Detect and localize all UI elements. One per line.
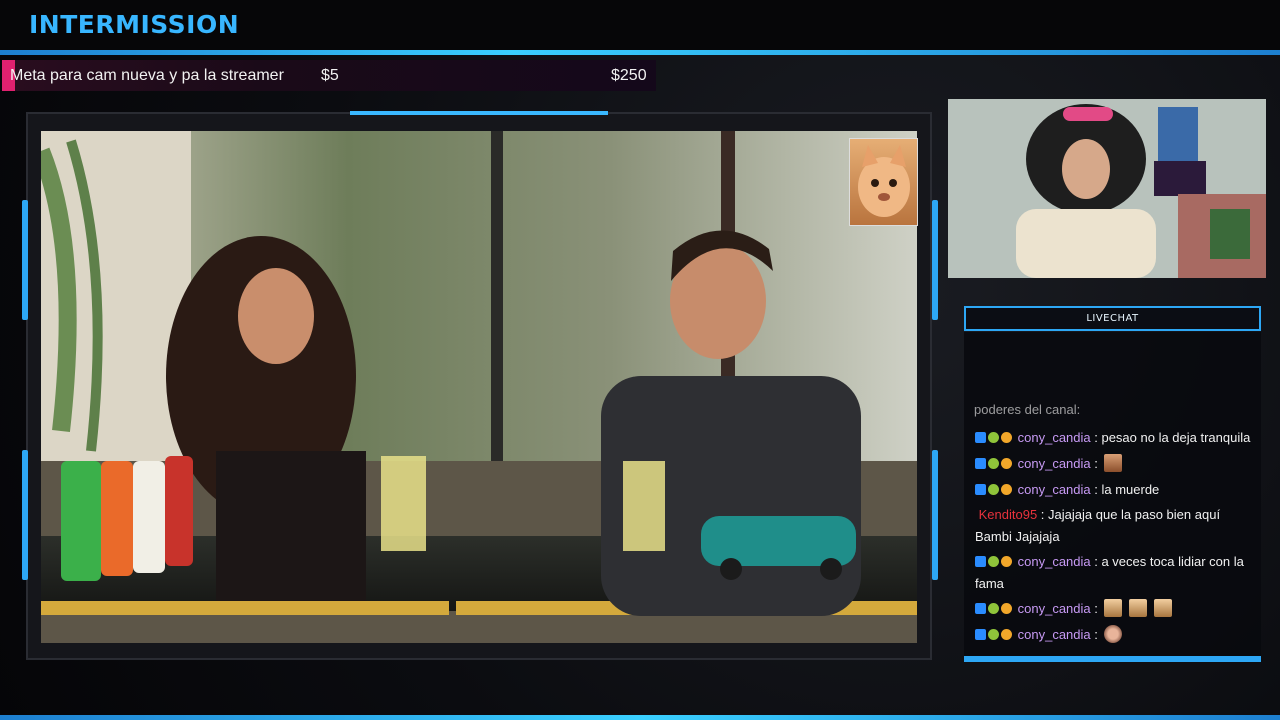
cat-icon bbox=[858, 145, 910, 217]
chat-panel[interactable]: poderes del canal: cony_candia : pesao n… bbox=[964, 332, 1261, 658]
chat-message: cony_candia : pesao no la deja tranquila bbox=[975, 427, 1257, 449]
frame-top-accent bbox=[350, 111, 608, 115]
streamer-webcam bbox=[948, 99, 1266, 278]
bits-icon bbox=[1001, 556, 1012, 567]
sub-icon bbox=[988, 432, 999, 443]
prime-icon bbox=[975, 603, 986, 614]
frame-left-accent bbox=[22, 200, 28, 320]
sub-icon bbox=[988, 556, 999, 567]
chat-message: cony_candia : la muerde bbox=[975, 479, 1257, 501]
video-player[interactable] bbox=[41, 131, 917, 643]
chat-text: a veces toca lidiar con la fama bbox=[975, 554, 1244, 591]
chat-bottom-accent bbox=[964, 656, 1261, 662]
cat-emote bbox=[1104, 599, 1123, 617]
frame-right-accent-lower bbox=[932, 450, 938, 580]
overlay-title: INTERMISSION bbox=[29, 10, 240, 39]
prime-icon bbox=[975, 458, 986, 469]
prime-icon bbox=[975, 629, 986, 640]
chat-username[interactable]: cony_candia bbox=[1018, 554, 1091, 569]
prime-icon bbox=[975, 432, 986, 443]
cat-emote bbox=[1129, 599, 1148, 617]
bits-icon bbox=[1001, 458, 1012, 469]
title-bar: INTERMISSION bbox=[0, 0, 1280, 52]
donation-goal-bar: Meta para cam nueva y pa la streamer $5 … bbox=[2, 60, 656, 91]
sub-icon bbox=[988, 458, 999, 469]
top-accent-line bbox=[0, 50, 1280, 55]
frame-left-accent-lower bbox=[22, 450, 28, 580]
video-scene bbox=[41, 131, 917, 643]
bits-icon bbox=[1001, 432, 1012, 443]
chat-text: pesao no la deja tranquila bbox=[1101, 430, 1251, 445]
chat-username[interactable]: cony_candia bbox=[1018, 430, 1091, 445]
goal-label: Meta para cam nueva y pa la streamer bbox=[10, 67, 284, 84]
chat-username[interactable]: cony_candia bbox=[1018, 482, 1091, 497]
livechat-header: LIVECHAT bbox=[964, 306, 1261, 331]
webcam-feed bbox=[948, 99, 1266, 278]
bottom-accent-line bbox=[0, 715, 1280, 720]
prime-icon bbox=[975, 484, 986, 495]
prime-icon bbox=[975, 556, 986, 567]
chat-username[interactable]: cony_candia bbox=[1018, 627, 1091, 642]
chat-message: Kendito95 : Jajajaja que la paso bien aq… bbox=[975, 507, 1221, 544]
chat-text: la muerde bbox=[1101, 482, 1160, 497]
bits-icon bbox=[1001, 484, 1012, 495]
sub-icon bbox=[988, 629, 999, 640]
chat-message: cony_candia : bbox=[975, 624, 1257, 646]
chat-cutoff-line: poderes del canal: bbox=[974, 402, 1081, 417]
goal-target-amount: $250 bbox=[611, 67, 647, 84]
chat-message: cony_candia : a veces toca lidiar con la… bbox=[975, 554, 1244, 591]
face-emote bbox=[1104, 454, 1123, 472]
goal-current-amount: $5 bbox=[321, 67, 339, 84]
bits-icon bbox=[1001, 629, 1012, 640]
livechat-title: LIVECHAT bbox=[1086, 313, 1139, 324]
stream-overlay: INTERMISSION Meta para cam nueva y pa la… bbox=[0, 0, 1280, 720]
chat-username[interactable]: cony_candia bbox=[1018, 456, 1091, 471]
cat-emote bbox=[1153, 599, 1172, 617]
frame-right-accent bbox=[932, 200, 938, 320]
sub-icon bbox=[988, 484, 999, 495]
chat-username[interactable]: Kendito95 bbox=[979, 507, 1038, 522]
chat-message: cony_candia : bbox=[975, 453, 1257, 475]
bits-icon bbox=[1001, 603, 1012, 614]
hand-emote bbox=[1104, 625, 1123, 643]
cat-camera-overlay bbox=[849, 138, 918, 226]
chat-username[interactable]: cony_candia bbox=[1018, 601, 1091, 616]
sub-icon bbox=[988, 603, 999, 614]
chat-message: cony_candia : bbox=[975, 598, 1257, 620]
